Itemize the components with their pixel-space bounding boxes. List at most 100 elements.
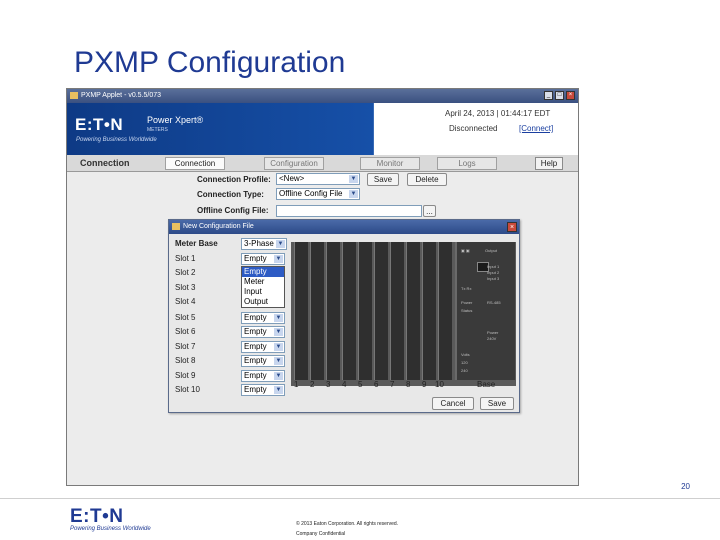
slot-value: Empty: [244, 342, 267, 351]
footer-tagline: Powering Business Worldwide: [70, 526, 151, 532]
slot-6-select[interactable]: Empty ▼: [241, 326, 285, 338]
rack-slot: [358, 242, 372, 380]
tab-monitor[interactable]: Monitor: [360, 157, 420, 170]
rack-slot-number: 6: [374, 380, 379, 389]
copyright-text: © 2013 Eaton Corporation. All rights res…: [296, 521, 399, 527]
rack-slot: [438, 242, 452, 380]
new-configuration-dialog: New Configuration File × Meter Base 3-Ph…: [168, 219, 520, 413]
slot-value: Empty: [244, 356, 267, 365]
rack-slot-number: 8: [406, 380, 411, 389]
save-button[interactable]: Save: [480, 397, 514, 410]
rack-slot-number: 3: [326, 380, 331, 389]
chevron-down-icon[interactable]: ▼: [274, 357, 283, 365]
tab-connection[interactable]: Connection: [165, 157, 225, 170]
browse-button[interactable]: ...: [423, 205, 436, 217]
chevron-down-icon[interactable]: ▼: [274, 343, 283, 351]
rack-slot-number: 2: [310, 380, 315, 389]
help-button[interactable]: Help: [535, 157, 563, 170]
page-number: 20: [681, 482, 690, 491]
save-profile-button[interactable]: Save: [367, 173, 399, 186]
connection-profile-select[interactable]: <New> ▼: [276, 173, 360, 185]
connection-type-select[interactable]: Offline Config File ▼: [276, 188, 360, 200]
slot-1-select[interactable]: Empty ▼: [241, 253, 285, 265]
rack-slot: [294, 242, 308, 380]
dropdown-option-empty[interactable]: Empty: [242, 267, 284, 277]
header-banner: E:T•N Powering Business Worldwide Power …: [67, 103, 578, 155]
slot-value: Empty: [244, 327, 267, 336]
slot-9-select[interactable]: Empty ▼: [241, 370, 285, 382]
slot-8-select[interactable]: Empty ▼: [241, 355, 285, 367]
slot-label: Slot 1: [175, 254, 196, 263]
slot-label: Slot 7: [175, 342, 196, 351]
dropdown-option-meter[interactable]: Meter: [242, 277, 284, 287]
meter-base-select[interactable]: 3-Phase ▼: [241, 238, 287, 250]
cancel-button[interactable]: Cancel: [432, 397, 474, 410]
section-label: Connection: [80, 158, 130, 168]
rack-slot: [326, 242, 340, 380]
confidential-text: Company Confidential: [296, 531, 346, 537]
slot-value: Empty: [244, 254, 267, 263]
maximize-icon[interactable]: □: [555, 91, 564, 100]
delete-profile-button[interactable]: Delete: [407, 173, 447, 186]
slot-label: Slot 8: [175, 356, 196, 365]
dialog-titlebar[interactable]: New Configuration File ×: [169, 220, 519, 234]
chevron-down-icon[interactable]: ▼: [274, 328, 283, 336]
dropdown-option-input[interactable]: Input: [242, 287, 284, 297]
rack-slot-number: 10: [435, 380, 444, 389]
tab-configuration[interactable]: Configuration: [264, 157, 324, 170]
slot-label: Slot 10: [175, 385, 200, 394]
base-label: Base: [477, 380, 496, 389]
tab-bar: Connection Connection Configuration Moni…: [67, 155, 578, 172]
rack-slot: [422, 242, 436, 380]
slot-label: Slot 9: [175, 371, 196, 380]
rack-slot-number: 4: [342, 380, 347, 389]
brand-tagline: Powering Business Worldwide: [76, 137, 157, 143]
rack-slot: [374, 242, 388, 380]
chevron-down-icon[interactable]: ▼: [349, 190, 358, 198]
connection-type-label: Connection Type:: [197, 190, 264, 199]
slide-title: PXMP Configuration: [74, 46, 346, 79]
chevron-down-icon[interactable]: ▼: [349, 175, 358, 183]
offline-config-input[interactable]: [276, 205, 422, 217]
slot-7-select[interactable]: Empty ▼: [241, 341, 285, 353]
rack-slot: [390, 242, 404, 380]
dialog-title: New Configuration File: [183, 223, 254, 230]
chevron-down-icon[interactable]: ▼: [274, 372, 283, 380]
slot-10-select[interactable]: Empty ▼: [241, 384, 285, 396]
slot-value: Empty: [244, 371, 267, 380]
slot-label: Slot 2: [175, 268, 196, 277]
close-icon[interactable]: ×: [507, 222, 517, 232]
rack-slot: [342, 242, 356, 380]
slot-value: Empty: [244, 313, 267, 322]
tab-logs[interactable]: Logs: [437, 157, 497, 170]
close-icon[interactable]: ×: [566, 91, 575, 100]
footer-copyright: © 2013 Eaton Corporation. All rights res…: [296, 519, 398, 539]
rack-slot-number: 1: [294, 380, 299, 389]
slot-label: Slot 6: [175, 327, 196, 336]
dropdown-option-output[interactable]: Output: [242, 297, 284, 307]
connect-link[interactable]: [Connect]: [519, 124, 553, 133]
chevron-down-icon[interactable]: ▼: [274, 255, 283, 263]
product-subtitle: METERS: [147, 127, 168, 133]
window-titlebar[interactable]: PXMP Applet - v0.5.5/073 _ □ ×: [67, 89, 578, 103]
minimize-icon[interactable]: _: [544, 91, 553, 100]
rack-slot-number: 5: [358, 380, 363, 389]
slot-label: Slot 3: [175, 283, 196, 292]
connection-profile-label: Connection Profile:: [197, 175, 271, 184]
rack-slot-number: 9: [422, 380, 427, 389]
slot-value: Empty: [244, 385, 267, 394]
product-name: Power Xpert®: [147, 115, 204, 125]
window-title: PXMP Applet - v0.5.5/073: [81, 92, 162, 99]
meter-base-value: 3-Phase: [244, 239, 274, 248]
footer-eaton-logo: E:T•N: [70, 506, 124, 527]
connection-status: Disconnected: [449, 124, 498, 133]
slot-5-select[interactable]: Empty ▼: [241, 312, 285, 324]
rack-slot: [406, 242, 420, 380]
eaton-logo: E:T•N: [75, 115, 124, 134]
footer-divider: [0, 498, 720, 499]
chevron-down-icon[interactable]: ▼: [276, 240, 285, 248]
chevron-down-icon[interactable]: ▼: [274, 386, 283, 394]
base-module-image: Output ▣ ▣ Input 1 Input 2 Input 3 Tx Rx…: [455, 242, 515, 380]
connection-profile-value: <New>: [279, 174, 305, 183]
chevron-down-icon[interactable]: ▼: [274, 314, 283, 322]
